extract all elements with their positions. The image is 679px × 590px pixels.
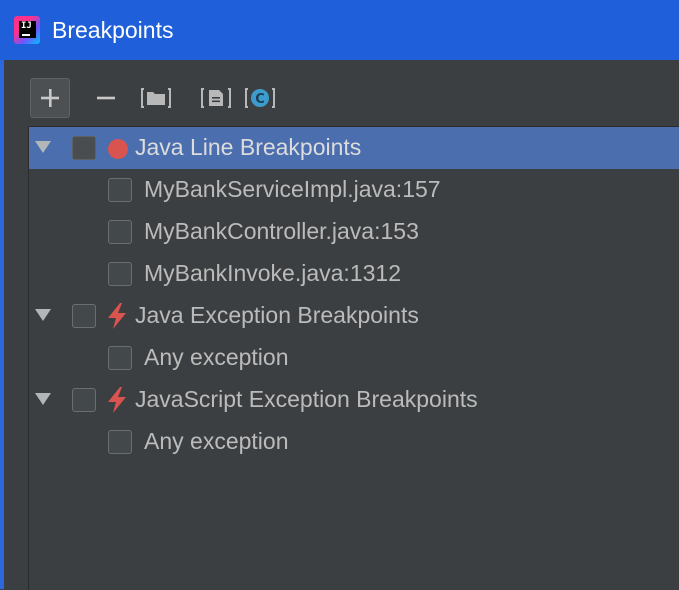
group-checkbox[interactable] [72, 136, 96, 160]
group-label: Java Line Breakpoints [135, 134, 362, 160]
breakpoint-label: Any exception [144, 344, 289, 370]
group-by-class-button[interactable]: C [240, 78, 280, 118]
collapse-arrow-icon[interactable] [35, 141, 51, 153]
title-bar: IJ Breakpoints [0, 0, 679, 60]
folder-icon [141, 88, 171, 108]
group-checkbox[interactable] [72, 388, 96, 412]
remove-breakpoint-button[interactable] [86, 78, 126, 118]
breakpoint-row[interactable]: MyBankServiceImpl.java:157 [29, 169, 679, 211]
breakpoint-checkbox[interactable] [108, 262, 132, 286]
window-border [0, 60, 4, 589]
breakpoint-label: Any exception [144, 428, 289, 454]
group-checkbox[interactable] [72, 304, 96, 328]
group-row-javascript-exception-breakpoints[interactable]: JavaScript Exception Breakpoints [29, 379, 679, 421]
breakpoint-checkbox[interactable] [108, 346, 132, 370]
collapse-arrow-icon[interactable] [35, 309, 51, 321]
plus-icon [41, 89, 59, 107]
class-icon-glyph: C [255, 92, 265, 107]
breakpoint-label: MyBankInvoke.java:1312 [144, 260, 401, 286]
breakpoint-row[interactable]: Any exception [29, 337, 679, 379]
breakpoint-checkbox[interactable] [108, 220, 132, 244]
breakpoint-checkbox[interactable] [108, 178, 132, 202]
class-icon: C [245, 88, 275, 108]
intellij-logo-icon: IJ [14, 16, 40, 44]
breakpoint-row[interactable]: Any exception [29, 421, 679, 463]
group-by-file-button[interactable] [196, 78, 236, 118]
group-by-package-button[interactable] [136, 78, 176, 118]
collapse-arrow-icon[interactable] [35, 393, 51, 405]
lightning-icon [108, 387, 126, 413]
breakpoint-dot-icon [108, 139, 128, 159]
breakpoint-checkbox[interactable] [108, 430, 132, 454]
breakpoint-row[interactable]: MyBankInvoke.java:1312 [29, 253, 679, 295]
group-row-java-line-breakpoints[interactable]: Java Line Breakpoints [29, 127, 679, 169]
group-label: Java Exception Breakpoints [135, 302, 419, 328]
minus-icon [97, 96, 115, 100]
window-title: Breakpoints [52, 17, 174, 43]
group-row-java-exception-breakpoints[interactable]: Java Exception Breakpoints [29, 295, 679, 337]
file-icon [201, 88, 231, 108]
lightning-icon [108, 303, 126, 329]
breakpoint-label: MyBankServiceImpl.java:157 [144, 176, 441, 202]
app-icon-text: IJ [21, 21, 32, 31]
group-label: JavaScript Exception Breakpoints [135, 386, 478, 412]
breakpoints-tree: Java Line Breakpoints MyBankServiceImpl.… [28, 126, 679, 590]
breakpoint-row[interactable]: MyBankController.java:153 [29, 211, 679, 253]
breakpoint-label: MyBankController.java:153 [144, 218, 419, 244]
add-breakpoint-button[interactable] [30, 78, 70, 118]
